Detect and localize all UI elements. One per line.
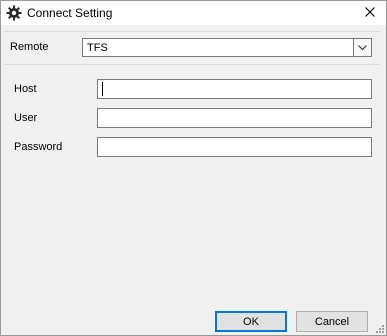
- close-icon: [365, 6, 375, 20]
- remote-label: Remote: [10, 41, 49, 53]
- host-label: Host: [14, 83, 37, 95]
- close-button[interactable]: [354, 1, 386, 25]
- window-title: Connect Setting: [27, 6, 113, 20]
- remote-panel: Remote TFS: [4, 31, 380, 65]
- password-input[interactable]: [97, 137, 372, 157]
- resize-grip-icon[interactable]: [374, 323, 384, 333]
- title-bar[interactable]: Connect Setting: [1, 1, 386, 25]
- text-caret: [102, 82, 103, 96]
- cancel-button[interactable]: Cancel: [296, 311, 368, 332]
- remote-select-value: TFS: [87, 42, 108, 54]
- ok-button[interactable]: OK: [215, 311, 287, 332]
- gear-icon: [6, 5, 22, 21]
- chevron-down-icon[interactable]: [353, 39, 371, 56]
- remote-select[interactable]: TFS: [82, 38, 372, 57]
- user-input[interactable]: [97, 108, 372, 128]
- host-input[interactable]: [97, 79, 372, 99]
- connect-setting-dialog: Connect Setting Remote TFS Host User Pas…: [0, 0, 387, 336]
- password-label: Password: [14, 141, 63, 153]
- user-label: User: [14, 112, 38, 124]
